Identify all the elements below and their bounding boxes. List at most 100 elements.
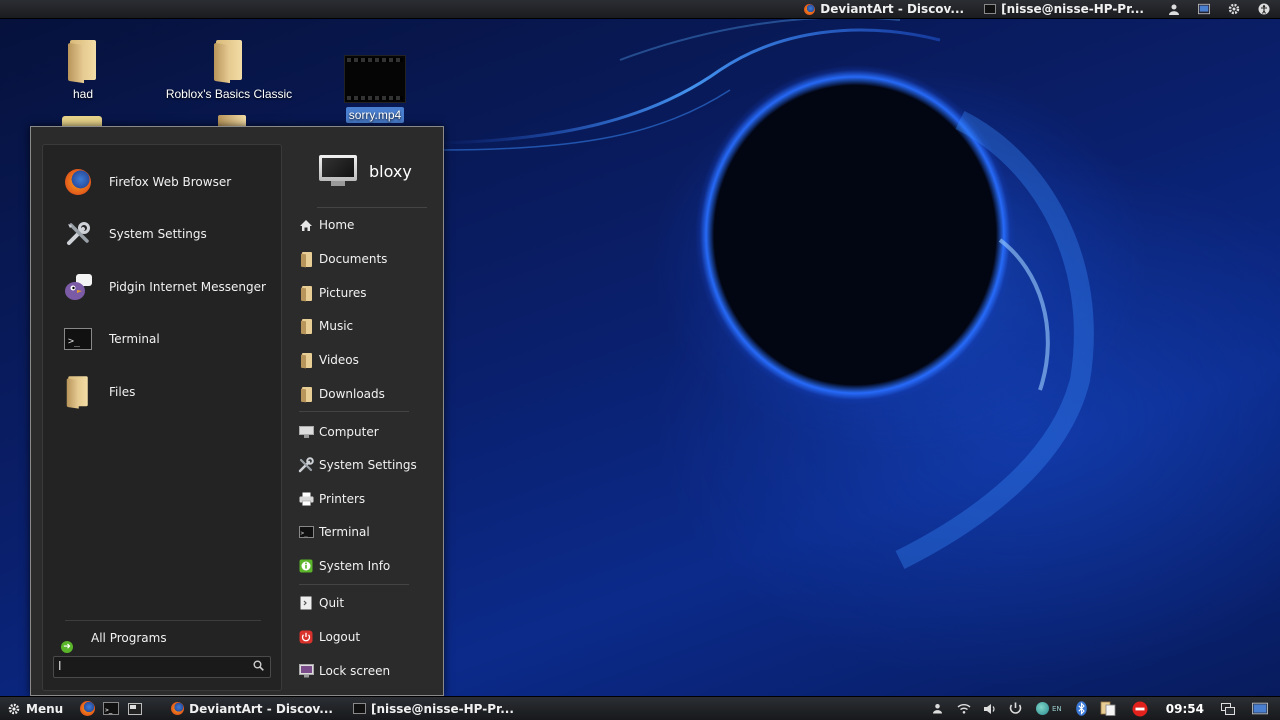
user-header: bloxy <box>319 155 412 187</box>
video-thumbnail-icon <box>344 55 406 103</box>
top-task-label: [nisse@nisse-HP-Pr... <box>1001 2 1144 16</box>
folder-icon <box>298 285 314 301</box>
favorite-system-settings[interactable]: System Settings <box>63 217 207 251</box>
place-home[interactable]: Home <box>298 216 354 234</box>
volume-icon[interactable] <box>982 701 998 717</box>
folder-icon <box>298 318 314 334</box>
launcher-terminal[interactable]: >_ <box>103 701 120 717</box>
system-label: System Settings <box>319 458 417 472</box>
folder-icon <box>214 40 244 84</box>
system-computer[interactable]: Computer <box>298 423 379 441</box>
top-task-label: DeviantArt - Discov... <box>820 2 965 16</box>
place-label: Music <box>319 319 354 333</box>
accessibility-icon[interactable] <box>1258 3 1270 15</box>
favorite-label: System Settings <box>109 227 207 241</box>
application-menu: Firefox Web Browser System Settings Pidg… <box>30 126 444 696</box>
tools-icon <box>298 457 314 473</box>
menu-button[interactable]: Menu <box>0 697 71 720</box>
logout-icon <box>298 629 314 645</box>
user-icon[interactable] <box>930 701 946 717</box>
terminal-icon <box>352 703 366 714</box>
session-label: Lock screen <box>319 664 391 678</box>
place-pictures[interactable]: Pictures <box>298 284 367 302</box>
printer-icon <box>298 491 314 507</box>
taskbar-item-terminal[interactable]: [nisse@nisse-HP-Pr... <box>343 697 524 720</box>
keyboard-layout-label: EN <box>1051 704 1062 713</box>
place-label: Pictures <box>319 286 367 300</box>
place-documents[interactable]: Documents <box>298 250 387 268</box>
desktop-icon-label: Roblox's Basics Classic <box>165 87 293 101</box>
bottom-panel: Menu >_ DeviantArt - Discov... [nisse@ni… <box>0 696 1280 720</box>
taskbar-item-firefox[interactable]: DeviantArt - Discov... <box>161 697 343 720</box>
workspace-icon[interactable] <box>1252 701 1268 717</box>
system-label: System Info <box>319 559 391 573</box>
system-printers[interactable]: Printers <box>298 490 365 508</box>
keyboard-layout-icon[interactable]: EN <box>1034 701 1064 717</box>
firefox-icon <box>79 701 95 716</box>
folder-icon <box>298 386 314 402</box>
taskbar-item-label: DeviantArt - Discov... <box>189 701 333 716</box>
clock[interactable]: 09:54 <box>1166 702 1204 716</box>
clipboard-icon[interactable] <box>1100 701 1116 717</box>
desktop-icon-hidden[interactable] <box>62 116 102 126</box>
top-task-terminal[interactable]: [nisse@nisse-HP-Pr... <box>974 0 1154 18</box>
favorite-label: Terminal <box>109 332 160 346</box>
terminal-icon: >_ <box>63 324 93 354</box>
search-input-value: I <box>58 659 62 673</box>
firefox-icon <box>804 3 816 15</box>
favorite-pidgin[interactable]: Pidgin Internet Messenger <box>63 270 266 304</box>
system-settings[interactable]: System Settings <box>298 456 417 474</box>
favorite-terminal[interactable]: >_ Terminal <box>63 322 160 356</box>
desktop-icon-roblox[interactable]: Roblox's Basics Classic <box>166 40 292 102</box>
session-logout[interactable]: Logout <box>298 628 360 646</box>
terminal-icon: >_ <box>298 524 314 540</box>
place-label: Home <box>319 218 355 232</box>
arrow-right-icon: ➜ <box>61 641 73 653</box>
launcher-firefox[interactable] <box>79 701 95 717</box>
desktop-icon-had[interactable]: had <box>23 40 143 102</box>
favorite-label: Pidgin Internet Messenger <box>109 280 266 294</box>
settings-icon[interactable] <box>1228 3 1240 15</box>
session-lock-screen[interactable]: Lock screen <box>298 662 390 680</box>
place-downloads[interactable]: Downloads <box>298 385 385 403</box>
bluetooth-icon[interactable] <box>1074 701 1090 717</box>
lock-screen-icon <box>298 663 314 679</box>
computer-icon <box>298 424 314 440</box>
desktop-icon-sorry-mp4[interactable]: sorry.mp4 <box>315 55 435 123</box>
computer-icon <box>319 155 357 187</box>
divider <box>317 207 427 208</box>
do-not-disturb-icon[interactable] <box>1132 701 1148 717</box>
favorite-files[interactable]: Files <box>63 375 135 409</box>
window-list-icon[interactable] <box>1220 701 1236 717</box>
user-icon[interactable] <box>1168 3 1180 15</box>
folder-icon <box>298 251 314 267</box>
place-label: Documents <box>319 252 388 266</box>
system-info[interactable]: System Info <box>298 557 390 575</box>
system-label: Computer <box>319 425 379 439</box>
favorite-label: Files <box>109 385 136 399</box>
top-panel: DeviantArt - Discov... [nisse@nisse-HP-P… <box>0 0 1280 19</box>
folder-icon <box>68 40 98 84</box>
screen-icon[interactable] <box>1198 3 1210 15</box>
update-icon[interactable] <box>1008 701 1024 717</box>
divider <box>65 620 261 621</box>
system-terminal[interactable]: >_ Terminal <box>298 523 370 541</box>
favorite-firefox[interactable]: Firefox Web Browser <box>63 165 231 199</box>
session-label: Logout <box>319 630 361 644</box>
divider <box>299 584 409 585</box>
system-label: Printers <box>319 492 366 506</box>
top-task-firefox[interactable]: DeviantArt - Discov... <box>794 0 974 18</box>
session-quit[interactable]: Quit <box>298 594 344 612</box>
top-tray <box>1154 3 1280 15</box>
info-icon <box>298 558 314 574</box>
place-videos[interactable]: Videos <box>298 351 359 369</box>
tools-icon <box>63 219 93 249</box>
session-label: Quit <box>319 596 345 610</box>
search-icon[interactable] <box>253 660 264 674</box>
all-programs-button[interactable]: ➜ All Programs <box>61 623 167 653</box>
search-input[interactable]: I <box>53 656 271 678</box>
wifi-icon[interactable] <box>956 701 972 717</box>
place-music[interactable]: Music <box>298 317 353 335</box>
desktop-icon-hidden[interactable] <box>218 115 246 126</box>
launcher-show-desktop[interactable] <box>127 701 143 717</box>
